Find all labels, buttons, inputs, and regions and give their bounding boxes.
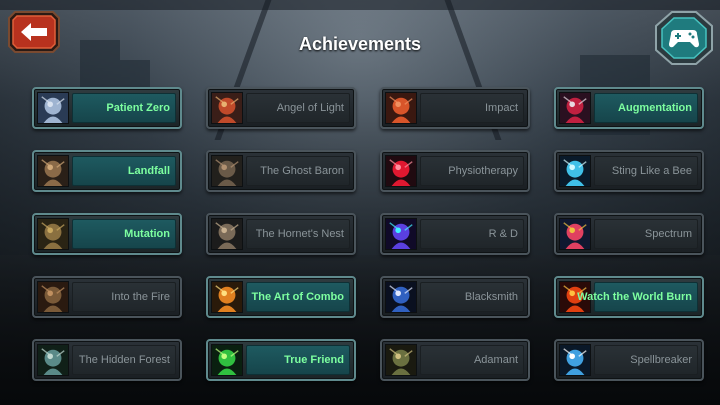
achievement-label: The Hidden Forest [78, 354, 170, 366]
achievement-icon [37, 92, 69, 124]
achievement-card[interactable]: Angel of Light [206, 87, 356, 129]
achievement-card[interactable]: Spectrum [554, 213, 704, 255]
achievement-card[interactable]: Adamant [380, 339, 530, 381]
achievement-icon [385, 281, 417, 313]
achievement-icon [211, 92, 243, 124]
achievement-label: Mutation [124, 228, 170, 240]
achievement-card[interactable]: R & D [380, 213, 530, 255]
achievement-card[interactable]: Sting Like a Bee [554, 150, 704, 192]
gamepad-button[interactable] [654, 10, 714, 66]
achievement-card[interactable]: Watch the World Burn [554, 276, 704, 318]
achievement-label: Into the Fire [111, 291, 170, 303]
gamepad-icon [655, 11, 713, 65]
achievement-label: Sting Like a Bee [611, 165, 692, 177]
achievement-card[interactable]: The Art of Combo [206, 276, 356, 318]
achievement-icon [37, 155, 69, 187]
achievement-icon [211, 155, 243, 187]
page-title: Achievements [298, 34, 422, 54]
achievement-label: Physiotherapy [448, 165, 518, 177]
achievement-icon [385, 92, 417, 124]
achievement-icon [385, 155, 417, 187]
achievement-card[interactable]: Landfall [32, 150, 182, 192]
achievement-card[interactable]: Patient Zero [32, 87, 182, 129]
achievement-icon [559, 344, 591, 376]
achievement-icon [211, 344, 243, 376]
achievement-label: The Art of Combo [251, 291, 344, 303]
achievement-icon [559, 155, 591, 187]
achievement-label: The Hornet's Nest [255, 228, 344, 240]
achievement-icon [559, 92, 591, 124]
achievement-label: R & D [488, 228, 518, 240]
achievement-icon [37, 344, 69, 376]
achievement-card[interactable]: Augmentation [554, 87, 704, 129]
achievement-icon [385, 344, 417, 376]
achievement-label: Landfall [127, 165, 170, 177]
achievement-label: The Ghost Baron [260, 165, 344, 177]
achievement-icon [37, 281, 69, 313]
achievement-label: Blacksmith [464, 291, 518, 303]
achievement-card[interactable]: The Hidden Forest [32, 339, 182, 381]
achievement-icon [37, 218, 69, 250]
achievement-label: Patient Zero [106, 102, 170, 114]
achievement-label: Watch the World Burn [577, 291, 692, 303]
achievement-icon [559, 218, 591, 250]
achievement-label: Augmentation [618, 102, 692, 114]
achievement-card[interactable]: Impact [380, 87, 530, 129]
achievement-icon [385, 218, 417, 250]
achievement-card[interactable]: True Friend [206, 339, 356, 381]
achievement-card[interactable]: Blacksmith [380, 276, 530, 318]
achievement-icon [211, 218, 243, 250]
achievement-label: Impact [484, 102, 518, 114]
achievement-card[interactable]: The Hornet's Nest [206, 213, 356, 255]
achievement-label: Spectrum [644, 228, 692, 240]
achievement-card[interactable]: Mutation [32, 213, 182, 255]
achievement-card[interactable]: Spellbreaker [554, 339, 704, 381]
achievement-icon [211, 281, 243, 313]
achievement-label: True Friend [284, 354, 344, 366]
achievement-card[interactable]: Into the Fire [32, 276, 182, 318]
achievement-card[interactable]: Physiotherapy [380, 150, 530, 192]
achievement-label: Adamant [473, 354, 518, 366]
achievement-label: Spellbreaker [630, 354, 692, 366]
achievement-label: Angel of Light [276, 102, 344, 114]
achievement-card[interactable]: The Ghost Baron [206, 150, 356, 192]
